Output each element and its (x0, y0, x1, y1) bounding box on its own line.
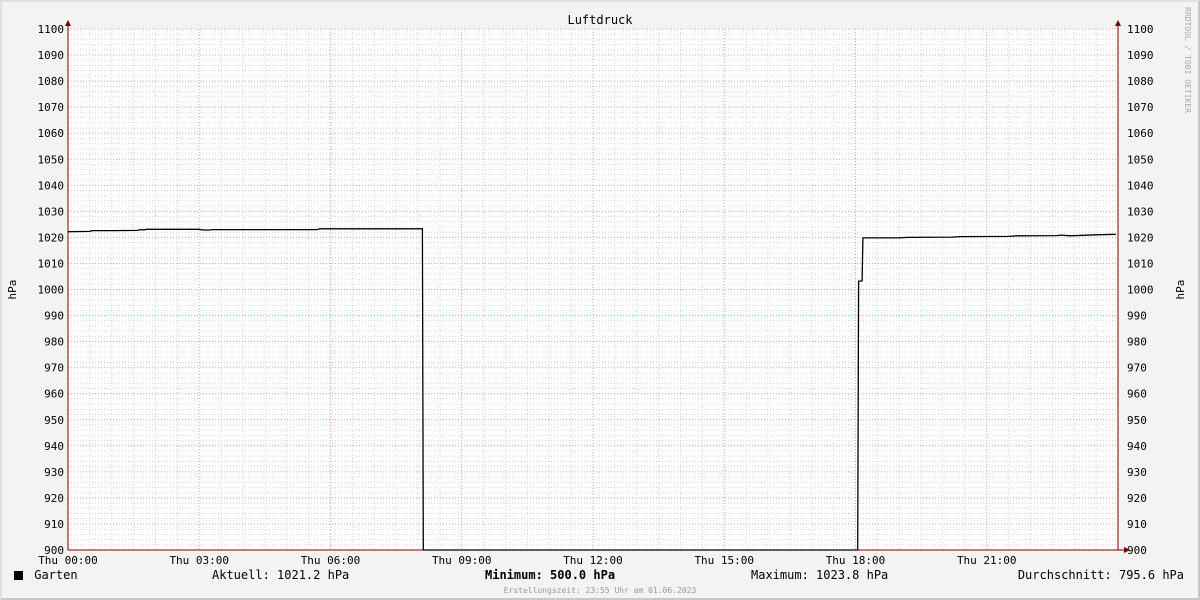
y-tick-label-left: 980 (44, 336, 64, 349)
footer-timestamp: Erstellungszeit: 23:55 Uhr am 01.06.2023 (503, 586, 697, 595)
legend-current: Aktuell: 1021.2 hPa (212, 568, 350, 582)
y-tick-label-left: 970 (44, 362, 64, 375)
x-tick-label: Thu 03:00 (169, 554, 229, 567)
watermark: RRDTOOL / TOBI OETIKER (1183, 7, 1192, 113)
y-tick-label-left: 1020 (38, 231, 65, 244)
legend-item-garten: Garten (14, 568, 78, 582)
legend-minimum-label: Minimum: (485, 568, 543, 582)
legend-swatch (14, 571, 23, 580)
y-tick-label-right: 950 (1127, 414, 1147, 427)
y-tick-label-right: 1080 (1127, 75, 1154, 88)
y-tick-label-left: 1100 (38, 23, 65, 36)
y-tick-label-left: 910 (44, 518, 64, 531)
y-tick-label-right: 900 (1127, 544, 1147, 557)
y-tick-label-right: 1100 (1127, 23, 1154, 36)
y-tick-label-left: 1080 (38, 75, 65, 88)
y-tick-label-left: 1040 (38, 179, 65, 192)
y-tick-label-left: 1050 (38, 153, 65, 166)
x-tick-label: Thu 00:00 (38, 554, 98, 567)
y-axis-label-right: hPa (1174, 280, 1187, 300)
y-tick-label-left: 1090 (38, 49, 65, 62)
y-tick-label-left: 920 (44, 492, 64, 505)
legend-label: Garten (34, 568, 78, 582)
y-tick-label-right: 1050 (1127, 153, 1154, 166)
y-tick-label-right: 960 (1127, 388, 1147, 401)
y-tick-label-left: 1060 (38, 127, 65, 140)
x-tick-label: Thu 06:00 (301, 554, 361, 567)
y-tick-label-right: 1060 (1127, 127, 1154, 140)
legend-average: Durchschnitt: 795.6 hPa (1017, 568, 1184, 582)
y-tick-label-right: 1000 (1127, 284, 1154, 297)
y-axis-arrow-left (65, 20, 71, 26)
y-tick-label-right: 1010 (1127, 257, 1154, 270)
y-axis-label-left: hPa (6, 280, 19, 300)
x-tick-label: Thu 18:00 (826, 554, 886, 567)
y-tick-label-right: 980 (1127, 336, 1147, 349)
legend-minimum: Minimum: 500.0 hPa (485, 568, 615, 582)
y-tick-label-right: 990 (1127, 310, 1147, 323)
y-tick-label-left: 1010 (38, 257, 65, 270)
legend-minimum-value: 500.0 hPa (542, 568, 616, 582)
y-tick-label-right: 1020 (1127, 231, 1154, 244)
y-tick-label-left: 950 (44, 414, 64, 427)
chart-title: Luftdruck (567, 13, 633, 27)
y-tick-label-right: 1090 (1127, 49, 1154, 62)
chart-frame: Luftdruck 900 900 910 910 920 920 930 930 940 940… (0, 0, 1200, 600)
y-tick-label-left: 940 (44, 440, 64, 453)
legend-maximum: Maximum: 1023.8 hPa (751, 568, 889, 582)
y-tick-label-left: 1070 (38, 101, 65, 114)
y-tick-label-left: 990 (44, 310, 64, 323)
y-tick-label-right: 1070 (1127, 101, 1154, 114)
y-axis-arrow-right (1115, 20, 1121, 26)
x-tick-label: Thu 12:00 (563, 554, 623, 567)
y-tick-label-right: 970 (1127, 362, 1147, 375)
y-tick-label-right: 930 (1127, 466, 1147, 479)
y-tick-label-right: 920 (1127, 492, 1147, 505)
x-tick-label: Thu 09:00 (432, 554, 492, 567)
plot-area: 900 900910 910920 920930 930940 940950 950960 9… (6, 20, 1187, 567)
y-tick-label-right: 910 (1127, 518, 1147, 531)
x-tick-label: Thu 21:00 (957, 554, 1017, 567)
y-tick-label-left: 960 (44, 388, 64, 401)
chart: Luftdruck 900 900910 910920 920930 930940 940… (6, 13, 1187, 567)
y-tick-label-right: 1040 (1127, 179, 1154, 192)
y-tick-label-left: 930 (44, 466, 64, 479)
y-tick-label-right: 940 (1127, 440, 1147, 453)
y-tick-label-right: 1030 (1127, 205, 1154, 218)
legend: Garten Aktuell: 1021.2 hPa Minimum: 500.… (2, 568, 1198, 586)
x-tick-label: Thu 15:00 (694, 554, 754, 567)
y-tick-label-left: 1000 (38, 284, 65, 297)
y-tick-label-left: 1030 (38, 205, 65, 218)
